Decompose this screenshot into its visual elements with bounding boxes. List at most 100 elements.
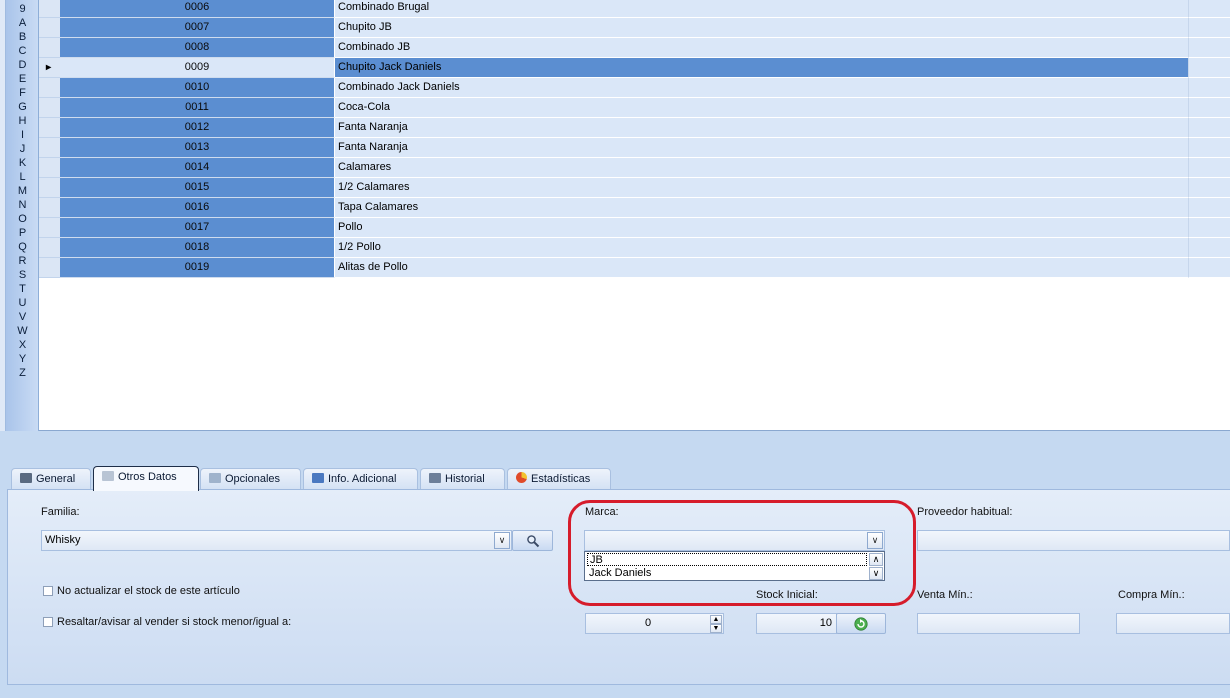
stock-inicial-field[interactable]: 10 bbox=[756, 613, 837, 634]
article-name-cell[interactable]: Calamares bbox=[335, 158, 1188, 178]
tab-estadísticas[interactable]: Estadísticas bbox=[507, 468, 611, 490]
extra-cell[interactable] bbox=[1188, 38, 1230, 58]
alphabet-index-letter[interactable]: A bbox=[6, 16, 39, 30]
row-indicator[interactable] bbox=[39, 238, 60, 258]
table-row[interactable]: 0014 Calamares bbox=[39, 158, 1230, 178]
tab-opcionales[interactable]: Opcionales bbox=[200, 468, 301, 490]
row-indicator[interactable] bbox=[39, 258, 60, 278]
familia-select[interactable]: Whisky ∨ bbox=[41, 530, 512, 551]
alphabet-index-letter[interactable]: Q bbox=[6, 240, 39, 254]
row-indicator[interactable] bbox=[39, 178, 60, 198]
alphabet-index-letter[interactable]: U bbox=[6, 296, 39, 310]
table-row[interactable]: 0017 Pollo bbox=[39, 218, 1230, 238]
extra-cell[interactable] bbox=[1188, 118, 1230, 138]
table-row[interactable]: 0011 Coca-Cola bbox=[39, 98, 1230, 118]
row-indicator[interactable]: ▸ bbox=[39, 58, 60, 78]
alphabet-index-letter[interactable]: E bbox=[6, 72, 39, 86]
article-code-cell[interactable]: 0006 bbox=[60, 0, 335, 18]
table-row[interactable]: 0019 Alitas de Pollo bbox=[39, 258, 1230, 278]
article-code-cell[interactable]: 0010 bbox=[60, 78, 335, 98]
compra-min-field[interactable] bbox=[1116, 613, 1230, 634]
row-indicator[interactable] bbox=[39, 158, 60, 178]
alphabet-index-letter[interactable]: L bbox=[6, 170, 39, 184]
article-name-cell[interactable]: 1/2 Calamares bbox=[335, 178, 1188, 198]
article-name-cell[interactable]: Combinado JB bbox=[335, 38, 1188, 58]
alphabet-index-letter[interactable]: G bbox=[6, 100, 39, 114]
row-indicator[interactable] bbox=[39, 138, 60, 158]
tab-general[interactable]: General bbox=[11, 468, 91, 490]
table-row[interactable]: 0015 1/2 Calamares bbox=[39, 178, 1230, 198]
extra-cell[interactable] bbox=[1188, 258, 1230, 278]
extra-cell[interactable] bbox=[1188, 178, 1230, 198]
familia-dropdown-button[interactable]: ∨ bbox=[494, 532, 510, 549]
row-indicator[interactable] bbox=[39, 0, 60, 18]
extra-cell[interactable] bbox=[1188, 0, 1230, 18]
article-code-cell[interactable]: 0007 bbox=[60, 18, 335, 38]
article-name-cell[interactable]: Fanta Naranja bbox=[335, 138, 1188, 158]
tab-info-adicional[interactable]: Info. Adicional bbox=[303, 468, 418, 490]
resaltar-stock-checkbox[interactable] bbox=[43, 617, 53, 627]
alphabet-index-letter[interactable]: P bbox=[6, 226, 39, 240]
table-row[interactable]: 0008 Combinado JB bbox=[39, 38, 1230, 58]
article-name-cell[interactable]: Coca-Cola bbox=[335, 98, 1188, 118]
familia-search-button[interactable] bbox=[512, 530, 553, 551]
alphabet-index-letter[interactable]: N bbox=[6, 198, 39, 212]
alphabet-index-letter[interactable]: V bbox=[6, 310, 39, 324]
table-row[interactable]: 0012 Fanta Naranja bbox=[39, 118, 1230, 138]
article-name-cell[interactable]: Chupito JB bbox=[335, 18, 1188, 38]
table-row[interactable]: 0010 Combinado Jack Daniels bbox=[39, 78, 1230, 98]
row-indicator[interactable] bbox=[39, 98, 60, 118]
article-name-cell[interactable]: Combinado Jack Daniels bbox=[335, 78, 1188, 98]
alphabet-index-letter[interactable]: K bbox=[6, 156, 39, 170]
alphabet-index-letter[interactable]: J bbox=[6, 142, 39, 156]
article-name-cell[interactable]: Pollo bbox=[335, 218, 1188, 238]
row-indicator[interactable] bbox=[39, 38, 60, 58]
row-indicator[interactable] bbox=[39, 218, 60, 238]
extra-cell[interactable] bbox=[1188, 98, 1230, 118]
extra-cell[interactable] bbox=[1188, 138, 1230, 158]
article-code-cell[interactable]: 0018 bbox=[60, 238, 335, 258]
stock-refresh-button[interactable] bbox=[836, 613, 886, 634]
alphabet-index-letter[interactable]: I bbox=[6, 128, 39, 142]
alphabet-index-letter[interactable]: Y bbox=[6, 352, 39, 366]
no-actualizar-stock-checkbox[interactable] bbox=[43, 586, 53, 596]
alphabet-index-letter[interactable]: D bbox=[6, 58, 39, 72]
article-name-cell[interactable]: Alitas de Pollo bbox=[335, 258, 1188, 278]
table-row[interactable]: 0006 Combinado Brugal bbox=[39, 0, 1230, 18]
venta-min-field[interactable] bbox=[917, 613, 1080, 634]
row-indicator[interactable] bbox=[39, 198, 60, 218]
article-name-cell[interactable]: Combinado Brugal bbox=[335, 0, 1188, 18]
alphabet-index-letter[interactable]: H bbox=[6, 114, 39, 128]
tab-otros-datos[interactable]: Otros Datos bbox=[93, 466, 199, 491]
stepper-down-button[interactable]: ▼ bbox=[710, 624, 722, 633]
alphabet-index-letter[interactable]: 9 bbox=[6, 2, 39, 16]
extra-cell[interactable] bbox=[1188, 78, 1230, 98]
alphabet-index-letter[interactable]: Z bbox=[6, 366, 39, 380]
table-row[interactable]: 0018 1/2 Pollo bbox=[39, 238, 1230, 258]
proveedor-habitual-field[interactable] bbox=[917, 530, 1230, 551]
table-row[interactable]: ▸ 0009 Chupito Jack Daniels bbox=[39, 58, 1230, 78]
extra-cell[interactable] bbox=[1188, 218, 1230, 238]
article-code-cell[interactable]: 0014 bbox=[60, 158, 335, 178]
tab-historial[interactable]: Historial bbox=[420, 468, 505, 490]
alphabet-index-letter[interactable]: F bbox=[6, 86, 39, 100]
alphabet-index-letter[interactable]: S bbox=[6, 268, 39, 282]
article-name-cell[interactable]: 1/2 Pollo bbox=[335, 238, 1188, 258]
article-code-cell[interactable]: 0015 bbox=[60, 178, 335, 198]
alphabet-index-letter[interactable]: C bbox=[6, 44, 39, 58]
row-indicator[interactable] bbox=[39, 78, 60, 98]
extra-cell[interactable] bbox=[1188, 158, 1230, 178]
row-indicator[interactable] bbox=[39, 18, 60, 38]
extra-cell[interactable] bbox=[1188, 58, 1230, 78]
extra-cell[interactable] bbox=[1188, 238, 1230, 258]
alphabet-index-letter[interactable]: X bbox=[6, 338, 39, 352]
row-indicator[interactable] bbox=[39, 118, 60, 138]
table-row[interactable]: 0016 Tapa Calamares bbox=[39, 198, 1230, 218]
alphabet-index-letter[interactable]: T bbox=[6, 282, 39, 296]
article-name-cell[interactable]: Fanta Naranja bbox=[335, 118, 1188, 138]
article-name-cell[interactable]: Tapa Calamares bbox=[335, 198, 1188, 218]
extra-cell[interactable] bbox=[1188, 198, 1230, 218]
table-row[interactable]: 0007 Chupito JB bbox=[39, 18, 1230, 38]
article-code-cell[interactable]: 0012 bbox=[60, 118, 335, 138]
alphabet-index-letter[interactable]: M bbox=[6, 184, 39, 198]
